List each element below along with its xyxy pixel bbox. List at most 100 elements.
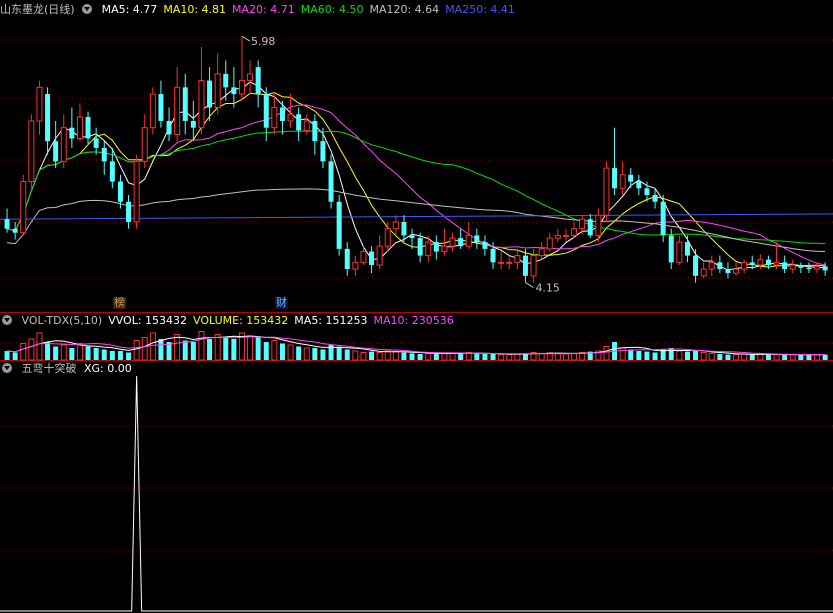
vol-ma10-line <box>6 336 826 356</box>
candle-body <box>320 141 326 162</box>
candle-body <box>401 221 407 236</box>
candle-body <box>101 147 107 162</box>
volume-bar <box>474 353 480 360</box>
candle-body <box>53 141 59 162</box>
candle-body <box>174 86 181 135</box>
volume-bar <box>182 340 188 360</box>
volume-bar <box>214 334 221 361</box>
volume-bar <box>554 352 561 361</box>
volume-bar <box>433 354 439 360</box>
candle-body <box>352 261 359 270</box>
candle-body <box>587 219 593 236</box>
candle-body <box>595 214 602 236</box>
volume-bar <box>571 352 578 361</box>
candle-body <box>660 201 666 236</box>
volume-bar <box>369 351 375 360</box>
candle-body <box>765 259 771 266</box>
candle-body <box>514 255 521 263</box>
candle-body <box>652 195 658 202</box>
volume-bar <box>401 352 407 360</box>
volume-bar <box>384 350 391 361</box>
volume-bar <box>425 352 432 361</box>
candle-body <box>287 113 294 122</box>
candle-body <box>458 238 464 247</box>
candle-body <box>182 87 188 121</box>
candle-body <box>207 80 213 108</box>
candle-body <box>546 237 553 250</box>
volume-bar <box>36 332 43 361</box>
volume-bar <box>223 337 229 360</box>
candle-body <box>757 259 764 266</box>
candle-body <box>328 161 334 202</box>
candle-body <box>700 268 707 277</box>
volume-bar <box>773 354 780 361</box>
candle-body <box>741 261 748 270</box>
candle-body <box>619 174 626 189</box>
volume-bar <box>271 340 278 361</box>
candle-body <box>554 234 561 239</box>
candle-body <box>45 94 51 142</box>
ranking-badge[interactable]: 榜 <box>113 297 126 309</box>
candle-body <box>109 161 115 182</box>
volume-bar <box>490 354 496 360</box>
candle-body <box>312 120 318 142</box>
volume-bar <box>336 346 342 360</box>
volume-bar <box>417 354 423 360</box>
candle-body <box>417 238 423 256</box>
candle-body <box>628 174 634 182</box>
volume-bar <box>458 353 464 360</box>
volume-bar <box>628 349 634 360</box>
volume-bar <box>149 332 156 361</box>
ma5-line <box>6 81 826 271</box>
volume-bar <box>668 348 674 360</box>
candle-body <box>360 251 367 263</box>
high-label: 5.98 <box>251 35 276 48</box>
volume-bar <box>101 349 107 360</box>
candle-body <box>579 218 586 230</box>
ma20-line <box>6 104 826 266</box>
volume-bar <box>320 349 326 360</box>
candle-body <box>76 116 83 139</box>
volume-bar <box>749 354 755 360</box>
volume-bar <box>693 351 699 360</box>
volume-bar <box>506 354 513 361</box>
volume-bar <box>247 335 254 361</box>
candle-body <box>60 127 67 162</box>
finance-badge[interactable]: 财 <box>275 297 288 309</box>
candle-body <box>708 261 715 270</box>
candle-body <box>789 264 796 270</box>
volume-bar <box>603 346 610 361</box>
volume-bar <box>619 347 626 361</box>
volume-bar <box>126 352 132 360</box>
candle-body <box>562 234 569 237</box>
candle-body <box>392 221 399 230</box>
volume-bar <box>514 353 521 361</box>
volume-bar <box>482 354 488 360</box>
candle-body <box>733 268 740 274</box>
volume-bar <box>312 348 318 360</box>
candle-body <box>490 248 496 263</box>
volume-bar <box>158 339 164 360</box>
candle-body <box>247 73 254 82</box>
volume-bar <box>765 354 771 360</box>
candle-body <box>465 234 472 247</box>
candle-body <box>238 80 245 95</box>
volume-bar <box>69 348 75 360</box>
candle-body <box>693 255 699 276</box>
volume-bar <box>28 338 35 361</box>
candle-body <box>522 255 528 276</box>
volume-bar <box>12 352 18 360</box>
volume-bar <box>814 354 821 361</box>
volume-bar <box>53 346 59 360</box>
low-label: 4.15 <box>535 282 560 295</box>
candle-body <box>133 160 140 223</box>
candle-body <box>498 261 505 264</box>
volume-bar <box>782 354 788 360</box>
candle-body <box>449 237 456 247</box>
candle-body <box>822 266 828 271</box>
volume-bar <box>717 354 723 360</box>
xg-signal-line <box>0 375 833 612</box>
candle-body <box>28 120 35 183</box>
candle-body <box>69 127 75 139</box>
candle-body <box>223 73 229 88</box>
